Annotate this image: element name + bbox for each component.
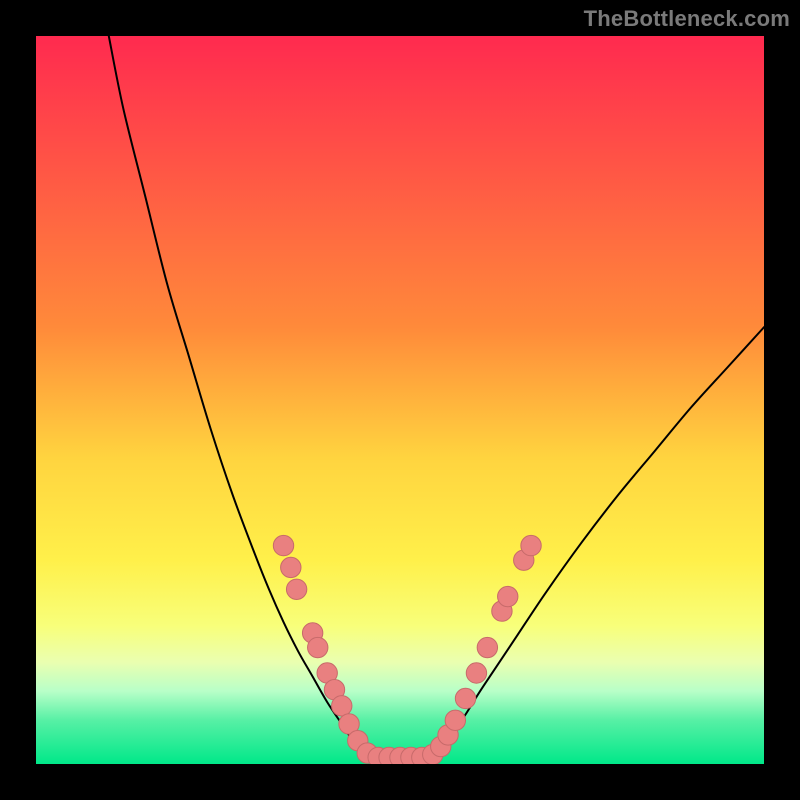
data-point (445, 710, 465, 730)
data-point (308, 637, 328, 657)
plot-area (36, 36, 764, 764)
data-point (286, 579, 306, 599)
chart-svg (36, 36, 764, 764)
data-point (332, 696, 352, 716)
data-point (498, 586, 518, 606)
data-point (466, 663, 486, 683)
data-point (455, 688, 475, 708)
data-point (281, 557, 301, 577)
data-point (477, 637, 497, 657)
data-point (273, 535, 293, 555)
data-point (521, 535, 541, 555)
chart-background (36, 36, 764, 764)
chart-root: TheBottleneck.com (0, 0, 800, 800)
watermark-text: TheBottleneck.com (584, 6, 790, 32)
